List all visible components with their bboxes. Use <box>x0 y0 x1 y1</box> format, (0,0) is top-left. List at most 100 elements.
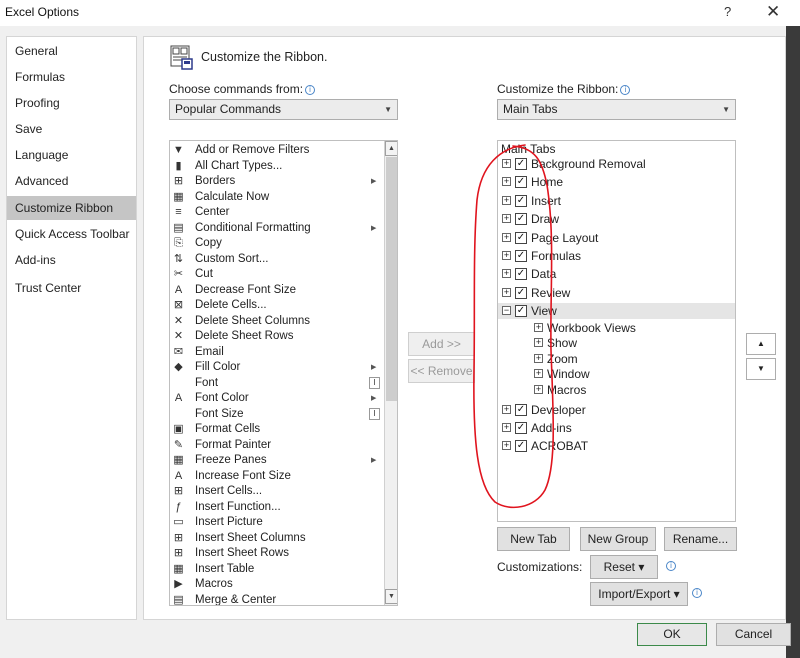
command-item[interactable]: ⇅ Custom Sort... <box>170 252 383 268</box>
command-item[interactable]: ◆ Fill Color ▶ <box>170 360 383 376</box>
ok-button[interactable]: OK <box>637 623 707 646</box>
command-item[interactable]: ⊠ Delete Cells... <box>170 298 383 314</box>
command-item[interactable]: ≡ Center <box>170 205 383 221</box>
command-item[interactable]: ▼ Add or Remove Filters <box>170 143 383 159</box>
command-label: Fill Color <box>195 361 241 373</box>
customize-ribbon-label: Customize the Ribbon: i <box>497 82 631 96</box>
command-item[interactable]: ⊞ Insert Cells... <box>170 484 383 500</box>
command-label: Format Cells <box>195 423 261 435</box>
command-item[interactable]: ƒ Insert Function... <box>170 500 383 516</box>
cancel-button[interactable]: Cancel <box>716 623 791 646</box>
background-strip <box>786 26 800 658</box>
command-item[interactable]: ▦ Insert Table <box>170 562 383 578</box>
command-item[interactable]: Font Size I <box>170 407 383 423</box>
command-item[interactable]: ▣ Format Cells <box>170 422 383 438</box>
scroll-thumb[interactable] <box>386 157 397 401</box>
command-item[interactable]: ▶ Macros <box>170 577 383 593</box>
command-item[interactable]: A Font Color ▶ <box>170 391 383 407</box>
command-item[interactable]: ✕ Delete Sheet Rows <box>170 329 383 345</box>
scroll-up-icon[interactable]: ▲ <box>385 141 397 156</box>
format-painter-icon: ✎ <box>173 438 184 451</box>
command-label: Macros <box>195 578 233 590</box>
nav-item-quick-access-toolbar[interactable]: Quick Access Toolbar <box>7 222 136 246</box>
choose-commands-select[interactable]: Popular Commands ▼ <box>169 99 398 120</box>
command-label: Insert Table <box>195 562 255 575</box>
command-item[interactable]: ⎘ Copy <box>170 236 383 252</box>
nav-item-save[interactable]: Save <box>7 117 136 141</box>
nav-item-formulas[interactable]: Formulas <box>7 65 136 89</box>
command-item[interactable]: ▦ Calculate Now <box>170 190 383 206</box>
command-item[interactable]: ▮ All Chart Types... <box>170 159 383 175</box>
import-export-button[interactable]: Import/Export ▾ <box>590 582 688 606</box>
window-title: Excel Options <box>5 5 80 19</box>
command-label: Delete Sheet Columns <box>195 314 311 327</box>
customize-ribbon-icon <box>170 45 193 70</box>
reset-button[interactable]: Reset ▾ <box>590 555 658 579</box>
calculator-icon: ▦ <box>173 190 184 203</box>
customize-ribbon-text: Customize the Ribbon: <box>497 82 619 96</box>
freeze-panes-icon: ▦ <box>173 454 184 466</box>
borders-icon: ⊞ <box>173 175 184 187</box>
nav-item-general[interactable]: General <box>7 39 136 63</box>
move-down-button[interactable]: ▼ <box>746 358 776 380</box>
close-button[interactable]: ✕ <box>766 2 780 22</box>
command-label: Custom Sort... <box>195 252 269 265</box>
macros-icon: ▶ <box>174 578 183 590</box>
command-item[interactable]: ▭ Insert Picture <box>170 515 383 531</box>
decrease-font-icon: A <box>174 283 183 296</box>
customize-ribbon-value: Main Tabs <box>503 102 558 116</box>
insert-function-icon: ƒ <box>175 500 182 513</box>
command-item[interactable]: ⊞ Insert Sheet Columns <box>170 531 383 547</box>
customize-ribbon-select[interactable]: Main Tabs ▼ <box>497 99 736 120</box>
font-color-icon: A <box>174 392 183 404</box>
new-tab-button[interactable]: New Tab <box>497 527 570 551</box>
submenu-arrow-icon: ▶ <box>371 364 377 371</box>
center-icon: ≡ <box>175 206 182 218</box>
font-icon <box>172 377 185 390</box>
commands-list[interactable]: ▼ Add or Remove Filters ▮ All Chart Types..… <box>169 140 398 606</box>
nav-item-advanced[interactable]: Advanced <box>7 169 136 193</box>
info-icon: i <box>666 561 676 571</box>
red-annotation-loop <box>473 144 555 509</box>
text-box-icon: I <box>369 376 380 389</box>
submenu-arrow-icon: ▶ <box>371 457 377 464</box>
command-label: Delete Sheet Rows <box>195 330 294 342</box>
command-item[interactable]: ▦ Freeze Panes ▶ <box>170 453 383 469</box>
nav-item-customize-ribbon[interactable]: Customize Ribbon <box>7 196 136 220</box>
commands-scrollbar[interactable]: ▲ ▼ <box>384 141 397 605</box>
command-item[interactable]: ▤ Conditional Formatting ▶ <box>170 221 383 237</box>
nav-item-add-ins[interactable]: Add-ins <box>7 248 136 272</box>
command-label: Cut <box>195 268 213 280</box>
command-item[interactable]: ✎ Format Painter <box>170 438 383 454</box>
command-item[interactable]: ✕ Delete Sheet Columns <box>170 314 383 330</box>
email-icon: ✉ <box>173 345 184 358</box>
command-item[interactable]: ⊞ Insert Sheet Rows <box>170 546 383 562</box>
command-item[interactable]: ⊞ Borders ▶ <box>170 174 383 190</box>
command-item[interactable]: ▤ Merge & Center <box>170 593 383 606</box>
sort-icon: ⇅ <box>173 252 184 265</box>
nav-item-language[interactable]: Language <box>7 143 136 167</box>
move-up-button[interactable]: ▲ <box>746 333 776 355</box>
chevron-down-icon: ▼ <box>384 105 392 114</box>
command-item[interactable]: Font I <box>170 376 383 392</box>
command-item[interactable]: ✉ Email <box>170 345 383 361</box>
scroll-down-icon[interactable]: ▼ <box>385 589 397 604</box>
insert-picture-icon: ▭ <box>173 516 184 528</box>
command-label: Insert Picture <box>195 516 263 528</box>
copy-icon: ⎘ <box>174 237 183 249</box>
rename-button[interactable]: Rename... <box>664 527 737 551</box>
command-item[interactable]: A Increase Font Size <box>170 469 383 485</box>
help-button[interactable]: ? <box>724 4 731 19</box>
conditional-formatting-icon: ▤ <box>173 221 184 234</box>
command-label: All Chart Types... <box>195 159 283 172</box>
nav-item-trust-center[interactable]: Trust Center <box>7 276 136 300</box>
nav-item-proofing[interactable]: Proofing <box>7 91 136 115</box>
command-label: Insert Cells... <box>195 485 263 497</box>
command-label: Freeze Panes <box>195 454 267 466</box>
submenu-arrow-icon: ▶ <box>371 395 377 402</box>
font-size-icon <box>172 408 185 421</box>
command-item[interactable]: A Decrease Font Size <box>170 283 383 299</box>
new-group-button[interactable]: New Group <box>580 527 656 551</box>
info-icon: i <box>305 85 316 95</box>
command-item[interactable]: ✂ Cut <box>170 267 383 283</box>
